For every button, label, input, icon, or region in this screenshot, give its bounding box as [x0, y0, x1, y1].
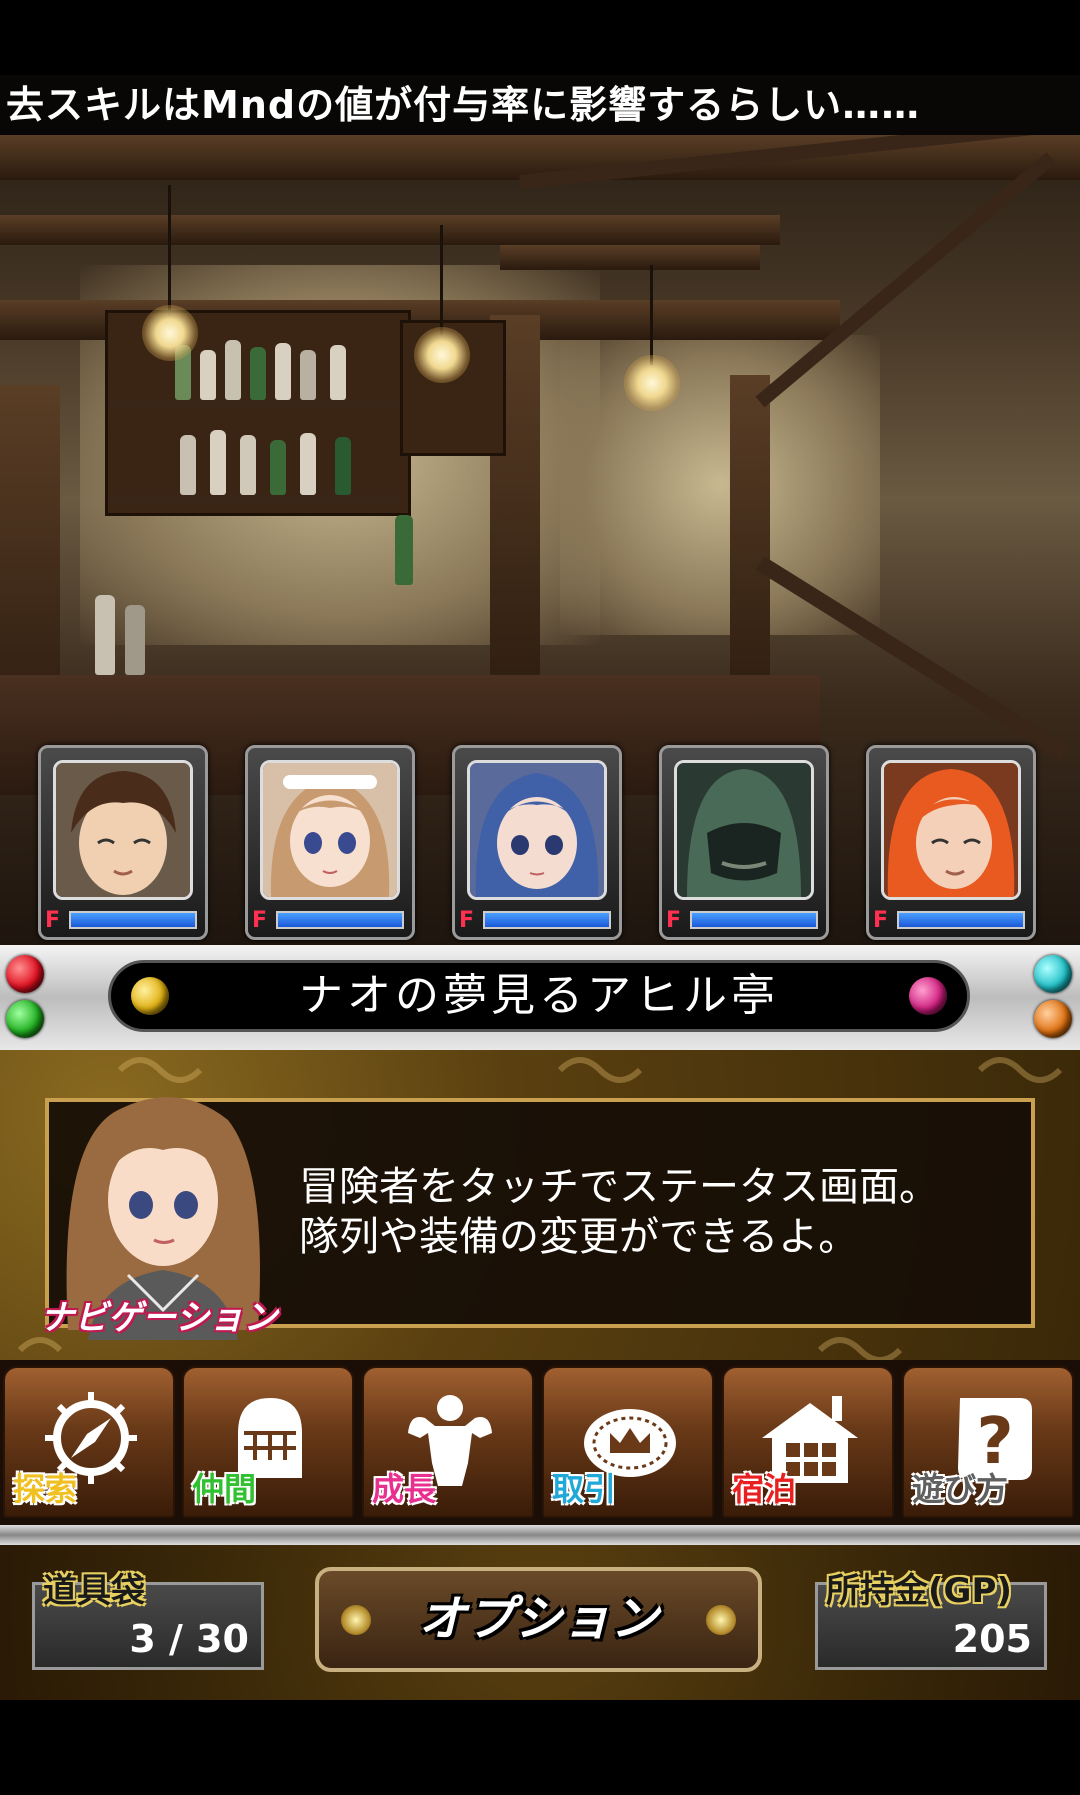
status-mark: F	[873, 908, 889, 933]
party-member-1[interactable]: F	[38, 745, 208, 940]
pink-gem-icon	[909, 977, 947, 1015]
portrait-face	[260, 760, 400, 900]
location-name: ナオの夢見るアヒル亭	[299, 970, 779, 1021]
how-to-play-label: 遊び方	[912, 1470, 1009, 1508]
portrait-face	[881, 760, 1021, 900]
status-mark: F	[666, 908, 682, 933]
divider	[0, 1525, 1080, 1545]
trade-label: 取引	[552, 1470, 617, 1508]
hp-bar	[276, 911, 404, 929]
item-bag-counter[interactable]: 道具袋 3 / 30	[32, 1571, 264, 1670]
red-gem-icon	[6, 955, 44, 993]
status-bar-area	[0, 0, 1080, 75]
party-label: 仲間	[192, 1470, 257, 1508]
party-member-5[interactable]: F	[866, 745, 1036, 940]
status-mark: F	[252, 908, 268, 933]
location-bar: ナオの夢見るアヒル亭	[0, 945, 1080, 1050]
command-bar: 探索 仲間 成長 取引 宿泊 ? 遊び方	[0, 1360, 1080, 1525]
options-button[interactable]: オプション	[315, 1567, 762, 1672]
portrait-face	[467, 760, 607, 900]
rivet-right-icon	[706, 1605, 736, 1635]
portrait-face	[674, 760, 814, 900]
hp-bar	[483, 911, 611, 929]
party-member-4[interactable]: F	[659, 745, 829, 940]
gold-value: 205	[952, 1617, 1032, 1661]
navigation-bar-area	[0, 1700, 1080, 1795]
green-gem-icon	[6, 1000, 44, 1038]
message-line-1: 冒険者をタッチでステータス画面。	[299, 1164, 939, 1210]
party-button[interactable]: 仲間	[182, 1366, 354, 1518]
hint-ticker: 去スキルはMndの値が付与率に影響するらしい……	[0, 75, 1080, 135]
trade-button[interactable]: 取引	[542, 1366, 714, 1518]
explore-label: 探索	[13, 1470, 78, 1508]
status-mark: F	[45, 908, 61, 933]
portrait-face	[53, 760, 193, 900]
hp-bar	[897, 911, 1025, 929]
status-mark: F	[459, 908, 475, 933]
hp-bar	[69, 911, 197, 929]
navigation-label: ナビゲーション	[40, 1298, 278, 1338]
item-bag-value: 3 / 30	[129, 1617, 249, 1661]
message-line-2: 隊列や装備の変更ができるよ。	[299, 1214, 859, 1260]
options-label: オプション	[418, 1591, 659, 1647]
inn-button[interactable]: 宿泊	[722, 1366, 894, 1518]
hp-bar	[690, 911, 818, 929]
item-bag-label: 道具袋	[43, 1571, 145, 1611]
location-name-plate: ナオの夢見るアヒル亭	[108, 960, 970, 1032]
growth-label: 成長	[372, 1470, 437, 1508]
gold-counter: 所持金(GP) 205	[815, 1571, 1047, 1670]
how-to-play-button[interactable]: ? 遊び方	[902, 1366, 1074, 1518]
gold-label: 所持金(GP)	[826, 1571, 1012, 1611]
party-member-3[interactable]: F	[452, 745, 622, 940]
cyan-gem-icon	[1034, 955, 1072, 993]
inn-label: 宿泊	[732, 1470, 797, 1508]
bottom-bar: 道具袋 3 / 30 オプション 所持金(GP) 205	[0, 1545, 1080, 1700]
explore-button[interactable]: 探索	[3, 1366, 175, 1518]
navigation-message: 冒険者をタッチでステータス画面。 隊列や装備の変更ができるよ。	[299, 1162, 939, 1262]
orange-gem-icon	[1034, 1000, 1072, 1038]
party-member-2[interactable]: F	[245, 745, 415, 940]
navigation-panel: 冒険者をタッチでステータス画面。 隊列や装備の変更ができるよ。 ナビゲーション	[0, 1050, 1080, 1360]
growth-button[interactable]: 成長	[362, 1366, 534, 1518]
